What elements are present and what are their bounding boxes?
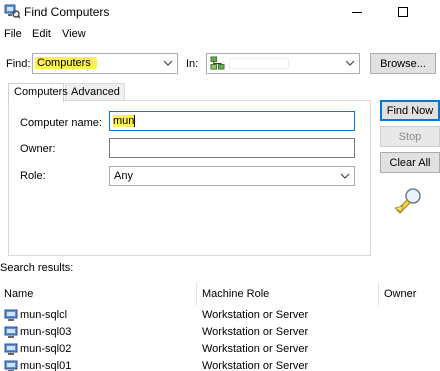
in-location-select[interactable] [206,53,360,74]
clear-all-button[interactable]: Clear All [380,152,440,173]
chevron-down-icon [345,60,355,66]
table-row[interactable]: mun-sql03 Workstation or Server [0,325,440,342]
title-bar: Find Computers [0,0,440,24]
column-divider[interactable] [378,282,379,306]
column-divider[interactable] [196,282,197,306]
maximize-icon [398,7,408,17]
computer-icon [4,326,18,338]
computer-name-value: mun [113,115,135,127]
computer-icon [4,309,18,321]
menu-edit[interactable]: Edit [32,28,51,40]
row-name: mun-sql03 [20,326,72,338]
table-row[interactable]: mun-sqlcl Workstation or Server [0,308,440,325]
owner-label: Owner: [20,143,56,155]
column-header-owner[interactable]: Owner [380,282,440,306]
tab-computers[interactable]: Computers [8,83,68,102]
column-header-machine-role[interactable]: Machine Role [198,282,378,306]
minimize-icon [352,11,362,13]
find-computers-icon [4,4,20,19]
tab-advanced[interactable]: Advanced [65,83,125,101]
row-role: Workstation or Server [202,343,309,355]
computer-icon [4,360,18,371]
computer-name-label: Computer name: [20,117,102,129]
role-value: Any [114,170,133,182]
find-type-value: Computers [35,57,97,69]
row-name: mun-sql01 [20,360,72,371]
search-criteria-panel: Computer name: mun Owner: Role: Any [8,100,371,256]
window-title: Find Computers [24,5,110,19]
menu-file[interactable]: File [4,28,22,40]
find-now-button[interactable]: Find Now [380,100,440,121]
search-flashlight-icon [394,188,421,214]
text-cursor [134,115,136,128]
table-row[interactable]: mun-sql02 Workstation or Server [0,342,440,359]
role-select[interactable]: Any [109,166,355,186]
menu-bar: File Edit View [0,25,440,43]
search-results-list: Name Machine Role Owner mun-sqlcl Workst… [0,282,440,371]
in-label: In: [186,58,199,70]
browse-button[interactable]: Browse... [370,53,436,74]
computer-icon [4,343,18,355]
minimize-button[interactable] [334,0,380,24]
menu-view[interactable]: View [62,28,86,40]
find-row: Find: Computers In: Browse... [0,52,440,76]
owner-input[interactable] [109,138,355,158]
row-role: Workstation or Server [202,309,309,321]
row-role: Workstation or Server [202,326,309,338]
column-header-name[interactable]: Name [0,282,196,306]
chevron-down-icon [163,60,173,66]
find-type-select[interactable]: Computers [32,53,178,74]
row-name: mun-sqlcl [20,309,68,321]
domain-icon [210,56,225,70]
find-label: Find: [6,58,31,70]
search-results-label: Search results: [0,262,74,274]
stop-button[interactable]: Stop [380,126,440,147]
role-label: Role: [20,170,46,182]
maximize-button[interactable] [380,0,426,24]
computer-name-input[interactable]: mun [109,111,355,131]
in-location-redacted [229,58,289,69]
row-role: Workstation or Server [202,360,309,371]
row-name: mun-sql02 [20,343,72,355]
table-row[interactable]: mun-sql01 Workstation or Server [0,359,440,371]
chevron-down-icon [340,173,350,179]
